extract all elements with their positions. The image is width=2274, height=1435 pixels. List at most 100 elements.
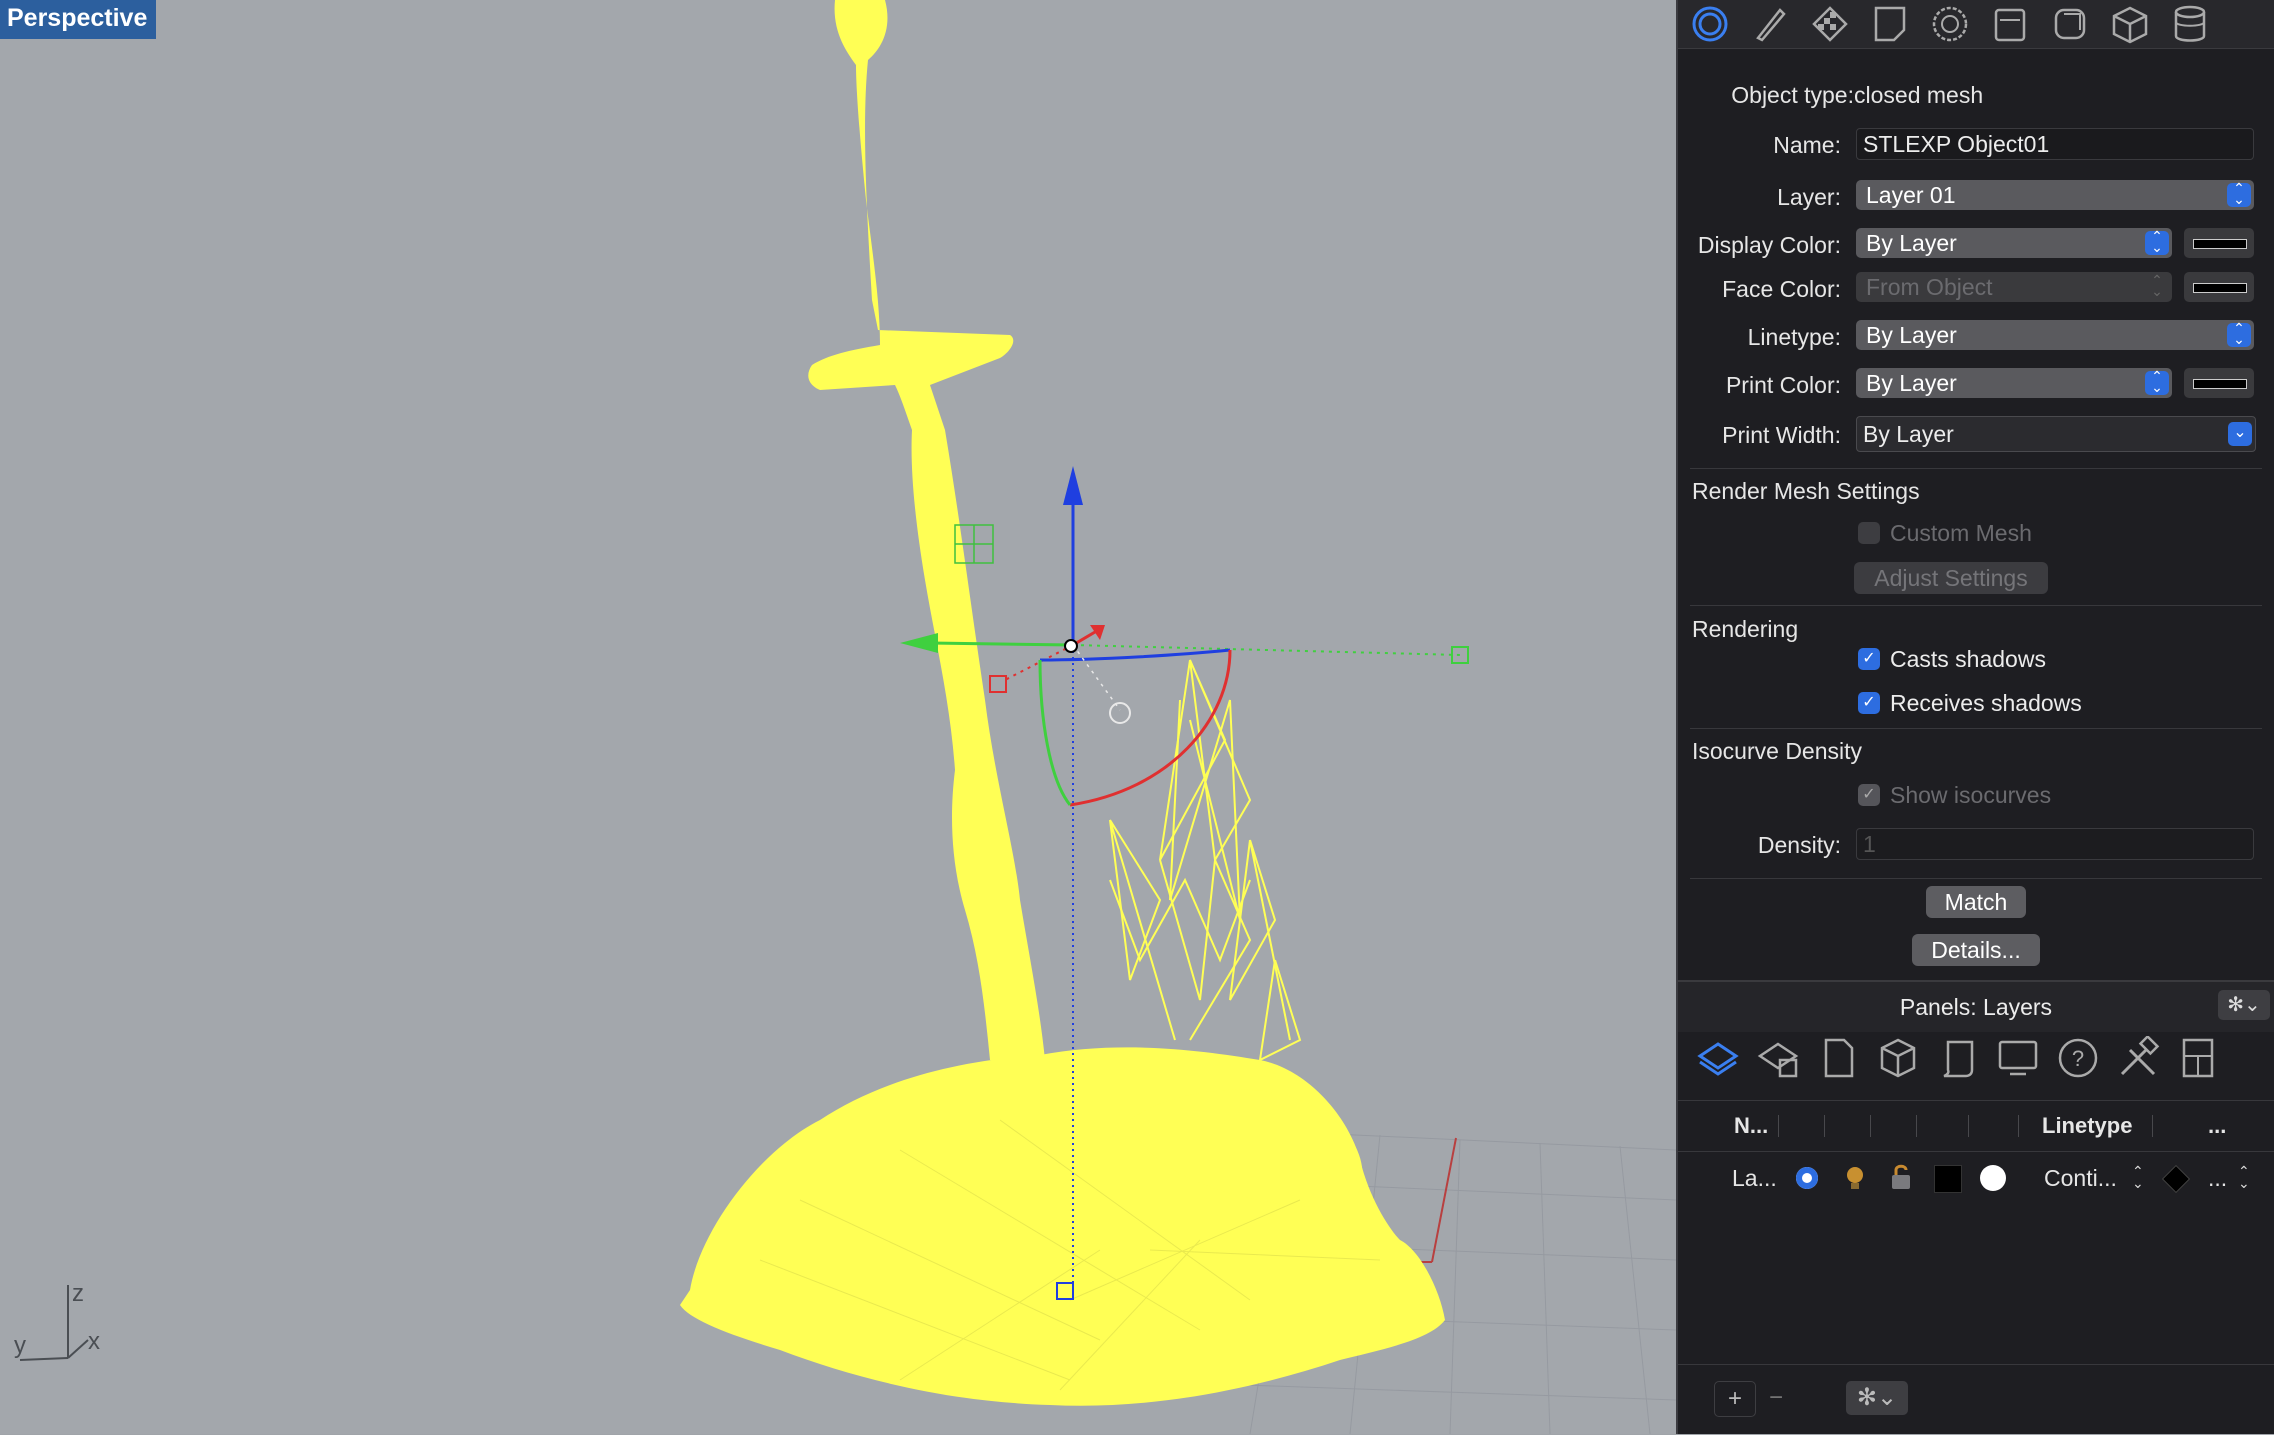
gear-icon[interactable]: ✻⌄ [2218, 990, 2270, 1020]
panel-tab-help-icon[interactable]: ? [2056, 1036, 2100, 1080]
print-width-label: Print Width: [1722, 422, 1841, 448]
tab-camera-icon[interactable] [1988, 4, 2032, 44]
viewport-scene[interactable] [0, 0, 1676, 1434]
viewport-title[interactable]: Perspective [0, 0, 157, 39]
gumball-free-rotate[interactable] [1109, 702, 1131, 724]
lightbulb-icon[interactable] [1842, 1165, 1868, 1191]
divider [1690, 468, 2262, 469]
object-type-row: Object type: closed mesh [1678, 80, 2274, 124]
column-more[interactable]: ... [2208, 1113, 2226, 1139]
panel-tab-display-icon[interactable] [1996, 1036, 2040, 1080]
tab-environment-icon[interactable] [1928, 4, 1972, 44]
mesh-object[interactable] [680, 0, 1445, 1406]
updown-icon[interactable]: ⌃ ⌄ [2238, 1164, 2250, 1190]
receives-shadows-checkbox[interactable]: ✓ [1858, 692, 1880, 714]
mesh-crystals [1109, 659, 1302, 1062]
column-linetype[interactable]: Linetype [2042, 1113, 2132, 1139]
display-color-row: Display Color: By Layer ⌃ ⌄ [1678, 228, 2274, 272]
layer-select-value: Layer 01 [1866, 182, 1956, 208]
panel-tab-grid-icon[interactable] [2176, 1036, 2220, 1080]
render-mesh-title: Render Mesh Settings [1692, 478, 1920, 504]
lock-icon[interactable] [1888, 1163, 1914, 1191]
print-color-row: Print Color: By Layer ⌃ ⌄ [1678, 368, 2274, 412]
adjust-settings-button[interactable]: Adjust Settings [1854, 562, 2048, 594]
divider [1690, 728, 2262, 729]
panel-tab-layers-icon[interactable] [1696, 1036, 1740, 1080]
details-button[interactable]: Details... [1912, 934, 2040, 966]
add-layer-button[interactable]: + [1714, 1381, 1756, 1417]
face-color-select[interactable]: From Object ⌃ ⌄ [1856, 272, 2172, 302]
gumball-y-arrow[interactable] [900, 633, 938, 653]
axis-x-label: x [88, 1328, 100, 1355]
tab-object-icon[interactable] [1688, 4, 1732, 44]
gumball-rotate-y[interactable] [1038, 659, 1072, 806]
tab-view-icon[interactable] [2048, 4, 2092, 44]
updown-icon[interactable]: ⌃ ⌄ [2132, 1164, 2144, 1190]
layer-linetype[interactable]: Conti... [2044, 1165, 2117, 1192]
layers-table-header: N... Linetype ... [1678, 1100, 2274, 1152]
rendering-title: Rendering [1692, 616, 1799, 642]
layers-bottom-bar: + − ✻⌄ [1678, 1364, 2274, 1435]
name-label: Name: [1773, 132, 1841, 158]
layer-row: Layer: Layer 01 ⌃ ⌄ [1678, 180, 2274, 224]
casts-shadows-label: Casts shadows [1890, 646, 2046, 672]
updown-icon: ⌃ ⌄ [2145, 229, 2169, 255]
mesh-sword-blade [808, 0, 1045, 1060]
gumball-center[interactable] [1064, 639, 1078, 653]
layer-select[interactable]: Layer 01 ⌃ ⌄ [1856, 180, 2254, 210]
panel-tab-script-icon[interactable] [1936, 1036, 1980, 1080]
layer-name[interactable]: La... [1732, 1165, 1777, 1192]
print-width-row: Print Width: By Layer ⌄ [1678, 416, 2274, 460]
panel-tab-page-icon[interactable] [1816, 1036, 1860, 1080]
svg-text:?: ? [2072, 1046, 2084, 1071]
layer-color-swatch[interactable] [1934, 1165, 1962, 1193]
display-color-label: Display Color: [1697, 232, 1841, 258]
material-icon[interactable] [1980, 1165, 2006, 1191]
gumball-z-arrow[interactable] [1063, 466, 1083, 505]
tab-cube-icon[interactable] [2108, 4, 2152, 44]
match-button[interactable]: Match [1926, 886, 2026, 918]
panel-tab-tools-icon[interactable] [2116, 1034, 2160, 1080]
density-label: Density: [1757, 832, 1841, 858]
print-color-select[interactable]: By Layer ⌃ ⌄ [1856, 368, 2172, 398]
print-width-select[interactable]: By Layer ⌄ [1856, 416, 2256, 452]
isocurve-title: Isocurve Density [1692, 738, 1863, 764]
axis-y-label: y [14, 1332, 26, 1359]
print-color-select-value: By Layer [1866, 370, 1957, 396]
remove-layer-button[interactable]: − [1756, 1381, 1796, 1415]
column-name[interactable]: N... [1734, 1113, 1768, 1139]
name-field[interactable]: STLEXP Object01 [1856, 128, 2254, 160]
panel-tab-cube-icon[interactable] [1876, 1036, 1920, 1080]
tab-page-icon[interactable] [1868, 4, 1912, 44]
casts-shadows-checkbox[interactable]: ✓ [1858, 648, 1880, 670]
print-color-label: Print Color: [1725, 372, 1841, 398]
custom-mesh-checkbox[interactable] [1858, 522, 1880, 544]
face-color-select-value: From Object [1866, 274, 1993, 300]
linetype-select[interactable]: By Layer ⌃ ⌄ [1856, 320, 2254, 350]
layer-more[interactable]: ... [2208, 1165, 2227, 1192]
tab-brush-icon[interactable] [1748, 4, 1792, 44]
axis-indicator: z y x [0, 1270, 120, 1370]
layer-row-item[interactable]: La... Conti... ⌃ ⌄ ... ⌃ ⌄ [1678, 1155, 2274, 1201]
density-field[interactable]: 1 [1856, 828, 2254, 860]
print-color-diamond[interactable] [2161, 1164, 2191, 1194]
layers-panel-title: Panels: Layers [1899, 994, 2053, 1020]
custom-mesh-label: Custom Mesh [1890, 520, 2032, 546]
current-layer-icon[interactable] [1796, 1167, 1818, 1189]
print-color-swatch[interactable] [2184, 368, 2254, 398]
tab-database-icon[interactable] [2168, 4, 2212, 44]
display-color-select[interactable]: By Layer ⌃ ⌄ [1856, 228, 2172, 258]
show-isocurves-checkbox[interactable]: ✓ [1858, 784, 1880, 806]
gear-icon[interactable]: ✻⌄ [1846, 1381, 1908, 1415]
display-color-swatch[interactable] [2184, 228, 2254, 258]
perspective-viewport[interactable]: Perspective z y x [0, 0, 1676, 1434]
linetype-select-value: By Layer [1866, 322, 1957, 348]
updown-icon: ⌃ ⌄ [2145, 369, 2169, 395]
face-color-label: Face Color: [1722, 276, 1841, 302]
updown-icon: ⌃ ⌄ [2151, 272, 2163, 299]
panel-tab-layer-states-icon[interactable] [1756, 1036, 1800, 1080]
face-color-swatch[interactable] [2184, 272, 2254, 302]
tab-texture-icon[interactable] [1808, 4, 1852, 44]
divider [1690, 878, 2262, 879]
properties-panel: Object type: closed mesh Name: STLEXP Ob… [1676, 0, 2274, 1434]
